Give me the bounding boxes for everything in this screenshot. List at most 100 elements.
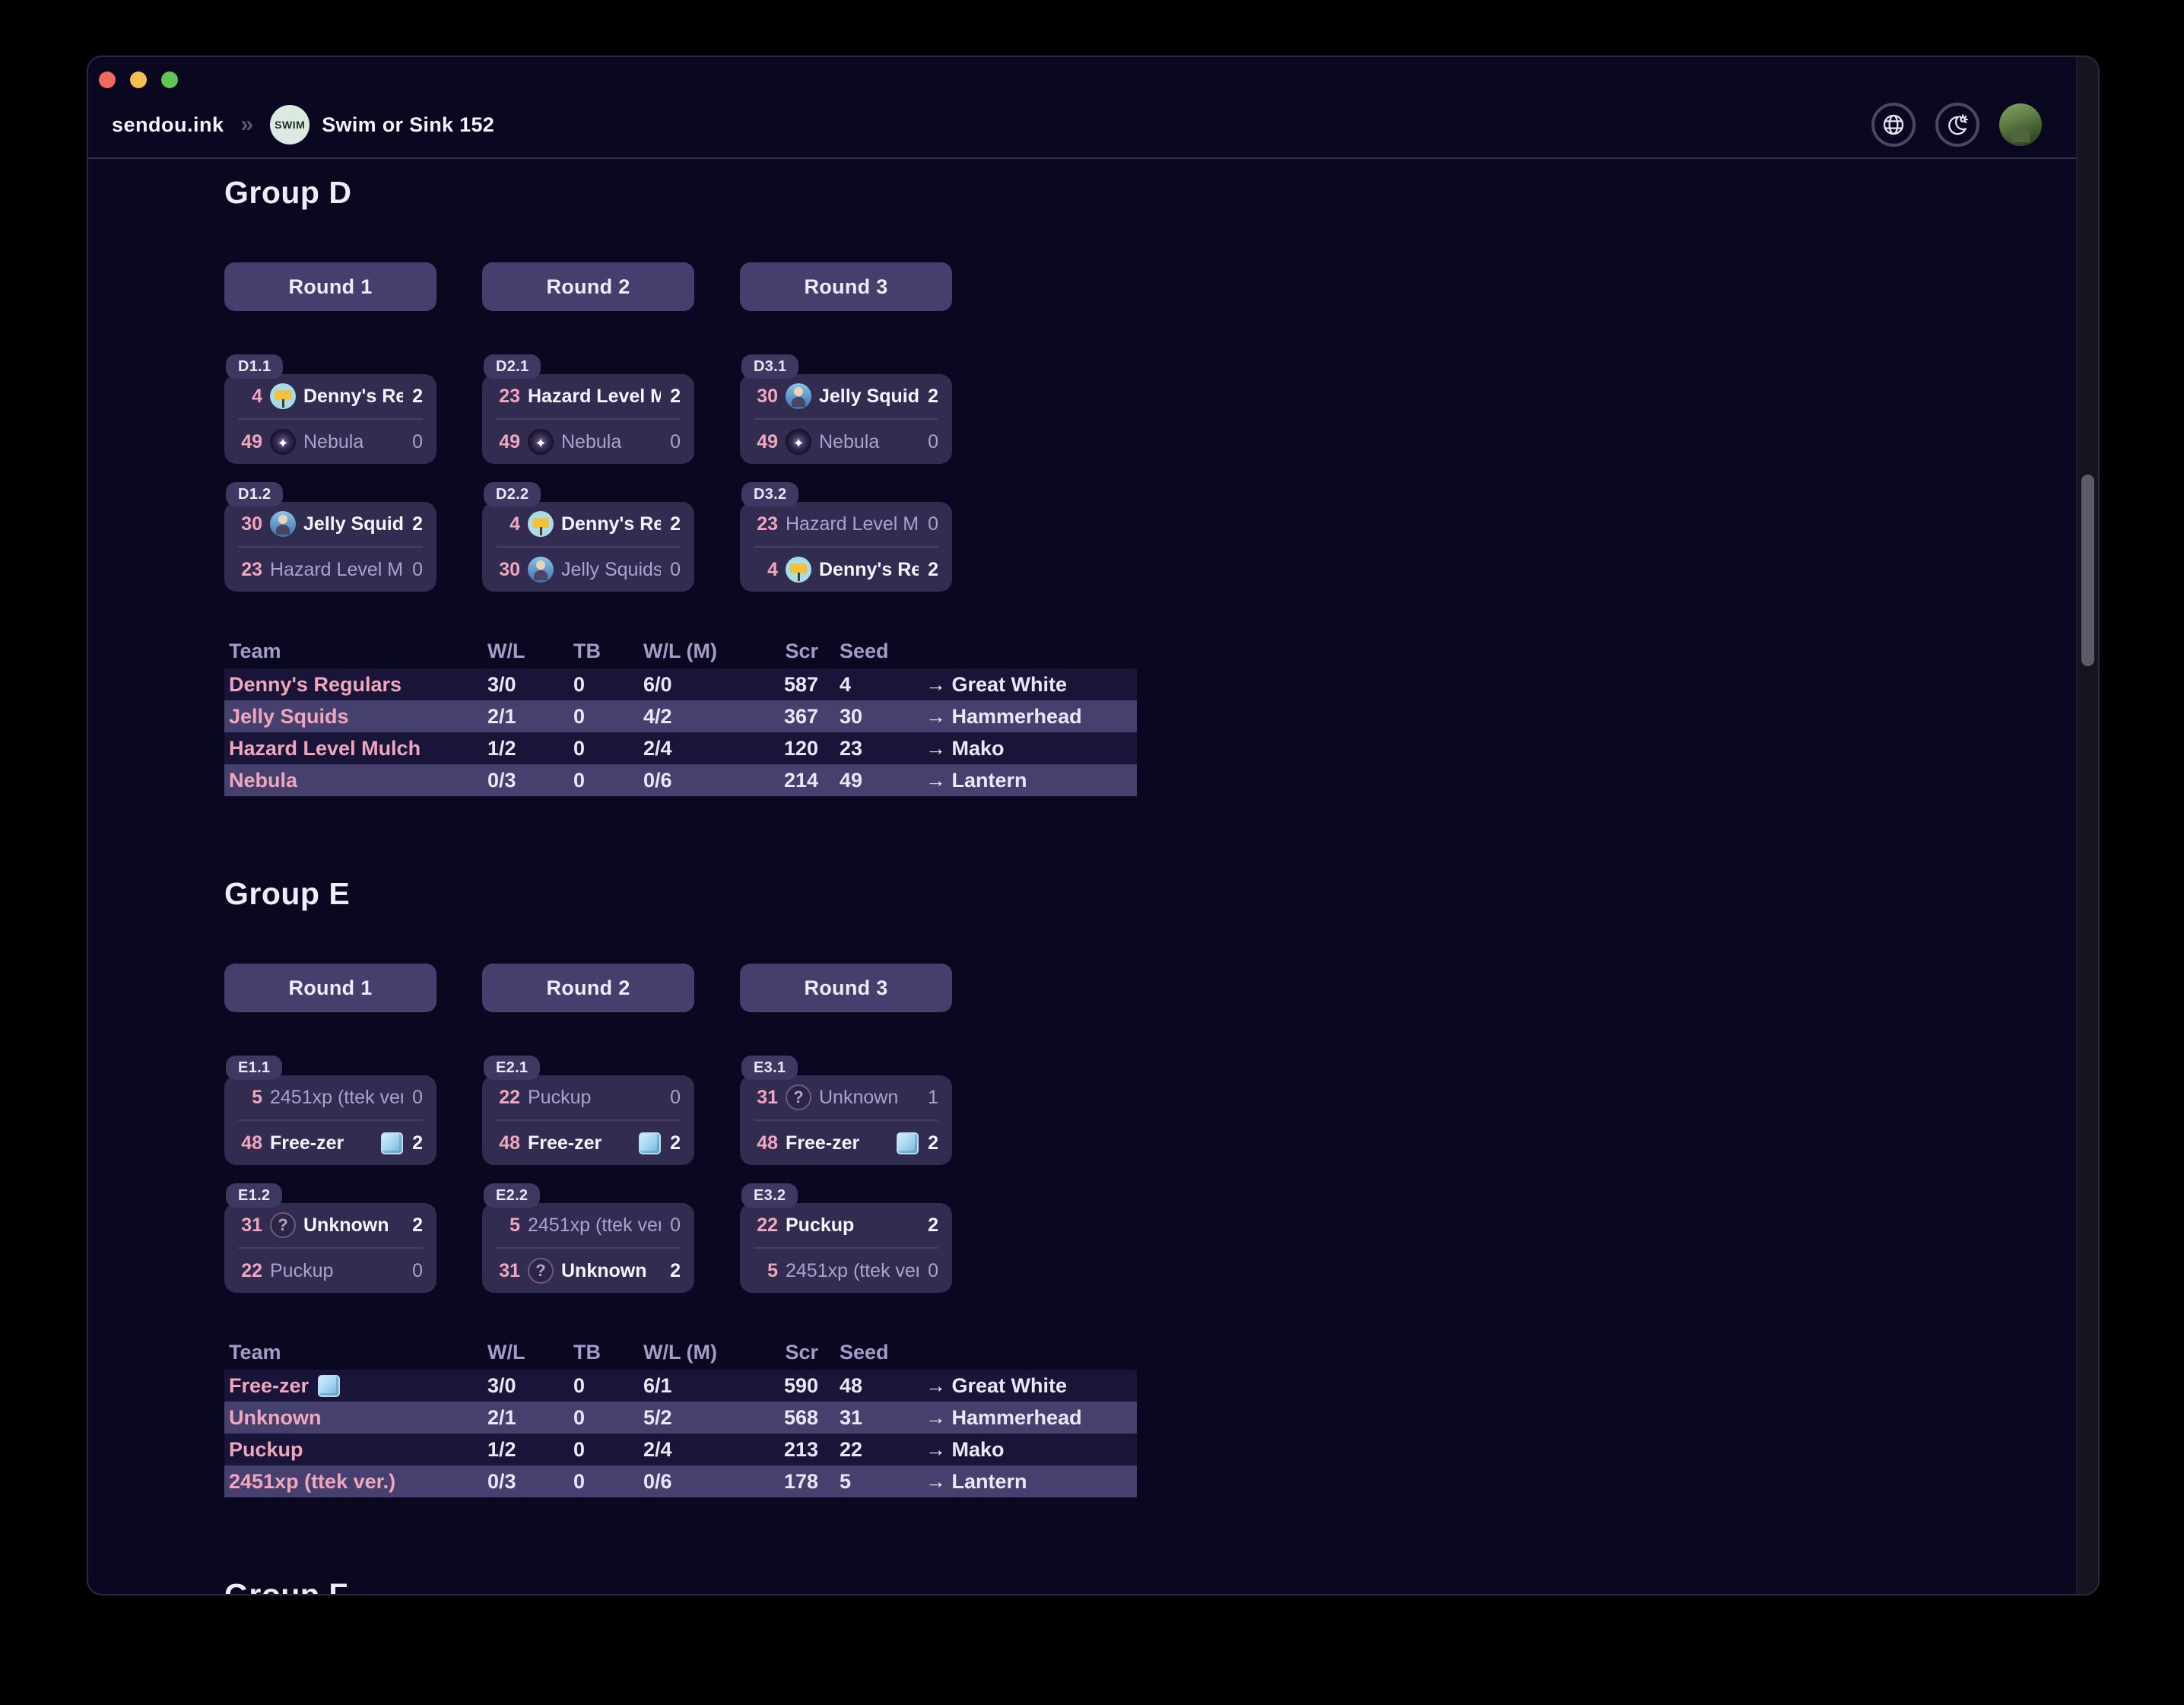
match: E1.231Unknown222Puckup0	[224, 1183, 436, 1293]
match-id-badge: D3.1	[741, 354, 798, 379]
tournament-logo[interactable]: SWIM	[270, 105, 310, 144]
match-card-link[interactable]: 52451xp (ttek ver.)031Unknown2	[482, 1203, 694, 1293]
team-link[interactable]: Nebula	[229, 769, 297, 792]
team-name: Denny's Re…	[819, 559, 919, 581]
seed-cell: 4	[818, 673, 921, 697]
close-window-button[interactable]	[99, 71, 116, 88]
match-card-link[interactable]: 31Unknown148Free-zer2	[740, 1075, 952, 1165]
group-section: Group DRound 1Round 2Round 3D1.14Denny's…	[224, 174, 2098, 796]
match-card-link[interactable]: 4Denny's Re…230Jelly Squids0	[482, 502, 694, 592]
browser-window: sendou.ink » SWIM Swim or Sink 152	[87, 56, 2100, 1595]
match: D2.24Denny's Re…230Jelly Squids0	[482, 482, 694, 592]
site-home-link[interactable]: sendou.ink	[112, 113, 224, 137]
team-link[interactable]: Free-zer	[229, 1374, 309, 1398]
round-tab-button[interactable]: Round 2	[482, 964, 694, 1012]
scrollbar-thumb[interactable]	[2081, 475, 2094, 666]
team-seed: 30	[754, 386, 778, 408]
group-title: Group F	[224, 1576, 2098, 1595]
destination-bracket-cell: → Lantern	[921, 769, 1137, 792]
column-header: TB	[569, 1341, 639, 1364]
wl-maps-cell: 6/0	[639, 673, 757, 697]
standings-row: Puckup1/202/421322→ Mako	[224, 1434, 1137, 1465]
team-score: 2	[411, 513, 423, 535]
column-header: Scr	[757, 1341, 818, 1364]
tb-cell: 0	[569, 1374, 639, 1398]
window-titlebar: sendou.ink » SWIM Swim or Sink 152	[88, 57, 2098, 159]
destination-bracket-cell: → Lantern	[921, 1470, 1137, 1494]
match-team-row: 30Jelly Squids2	[238, 502, 423, 546]
team-name: Puckup	[528, 1087, 661, 1109]
team-seed: 30	[238, 513, 262, 535]
tournament-title-link[interactable]: Swim or Sink 152	[322, 113, 494, 137]
team-name: Jelly Squids	[819, 386, 919, 408]
standings-team-cell: Denny's Regulars	[224, 673, 483, 697]
theme-toggle-button[interactable]	[1935, 103, 1979, 147]
tb-cell: 0	[569, 1406, 639, 1430]
round-tab-button[interactable]: Round 3	[740, 262, 952, 311]
match-team-row: 49Nebula0	[496, 420, 681, 464]
maximize-window-button[interactable]	[161, 71, 178, 88]
match-id-badge: E3.1	[741, 1056, 798, 1080]
wl-cell: 1/2	[483, 737, 569, 760]
team-link[interactable]: Unknown	[229, 1406, 322, 1430]
round-tab-button[interactable]: Round 2	[482, 262, 694, 311]
match-card-link[interactable]: 30Jelly Squids2 23 Hazard Level M… 0	[224, 502, 436, 592]
team-seed: 30	[496, 559, 520, 581]
team-link[interactable]: Puckup	[229, 1438, 303, 1462]
team-link[interactable]: 2451xp (ttek ver.)	[229, 1470, 395, 1494]
match-card-link[interactable]: 52451xp (ttek ver.)048Free-zer2	[224, 1075, 436, 1165]
language-globe-button[interactable]	[1871, 103, 1916, 147]
match-card-link[interactable]: 31Unknown222Puckup0	[224, 1203, 436, 1293]
round-tab-button[interactable]: Round 1	[224, 964, 436, 1012]
team-seed: 5	[754, 1260, 778, 1282]
match-card-link[interactable]: 30Jelly Squids249Nebula0	[740, 374, 952, 464]
team-seed: 5	[496, 1214, 520, 1237]
team-score: 0	[411, 1260, 423, 1282]
wl-maps-cell: 0/6	[639, 1470, 757, 1494]
team-name: Hazard Level M…	[786, 513, 919, 535]
score-cell: 178	[757, 1470, 818, 1494]
team-score: 0	[668, 1087, 681, 1109]
match-card-link[interactable]: 23Hazard Level M…04Denny's Re…2	[740, 502, 952, 592]
match-card-link[interactable]: 23Hazard Level M…249Nebula0	[482, 374, 694, 464]
team-score: 0	[668, 431, 681, 453]
user-avatar-button[interactable]	[1999, 103, 2042, 146]
minimize-window-button[interactable]	[130, 71, 147, 88]
match-card-link[interactable]: 4Denny's Re…249Nebula0	[224, 374, 436, 464]
team-seed: 23	[238, 559, 262, 581]
match-team-row: 22 Puckup 0	[496, 1075, 681, 1119]
round-tab-button[interactable]: Round 1	[224, 262, 436, 311]
standings-team-cell: Nebula	[224, 769, 483, 792]
standings-team-cell: Puckup	[224, 1438, 483, 1462]
match-team-row: 52451xp (ttek ver.)0	[496, 1203, 681, 1247]
seed-cell: 49	[818, 769, 921, 792]
team-score: 0	[411, 559, 423, 581]
team-seed: 4	[238, 386, 262, 408]
match-team-row: 48Free-zer2	[238, 1121, 423, 1165]
team-score: 0	[411, 1087, 423, 1109]
group-section: Group F	[224, 1576, 2098, 1595]
match-team-row: 52451xp (ttek ver.)0	[754, 1249, 938, 1293]
team-link[interactable]: Jelly Squids	[229, 705, 349, 729]
team-name: Denny's Re…	[303, 386, 403, 408]
team-name: 2451xp (ttek ver.)	[270, 1087, 403, 1109]
team-seed: 22	[496, 1087, 520, 1109]
match: D2.123Hazard Level M…249Nebula0	[482, 354, 694, 464]
team-link[interactable]: Denny's Regulars	[229, 673, 402, 697]
team-name: Puckup	[786, 1214, 919, 1237]
tb-cell: 0	[569, 737, 639, 760]
ice-cube-icon	[897, 1132, 919, 1154]
match-team-row: 4Denny's Re…2	[496, 502, 681, 546]
standings-header-row: TeamW/LTBW/L (M)ScrSeed	[224, 1338, 1137, 1366]
team-name: Unknown	[819, 1087, 919, 1109]
team-avatar-dennys-icon	[786, 557, 811, 583]
match-id-badge: D3.2	[741, 482, 798, 506]
match: E3.222Puckup252451xp (ttek ver.)0	[740, 1183, 952, 1293]
team-link[interactable]: Hazard Level Mulch	[229, 737, 421, 760]
round-tab-button[interactable]: Round 3	[740, 964, 952, 1012]
match-team-row: 23Hazard Level M…0	[754, 502, 938, 546]
match-card-link[interactable]: 22Puckup252451xp (ttek ver.)0	[740, 1203, 952, 1293]
team-name: Hazard Level M…	[270, 559, 403, 581]
match-card-link[interactable]: 22Puckup048Free-zer2	[482, 1075, 694, 1165]
tb-cell: 0	[569, 673, 639, 697]
